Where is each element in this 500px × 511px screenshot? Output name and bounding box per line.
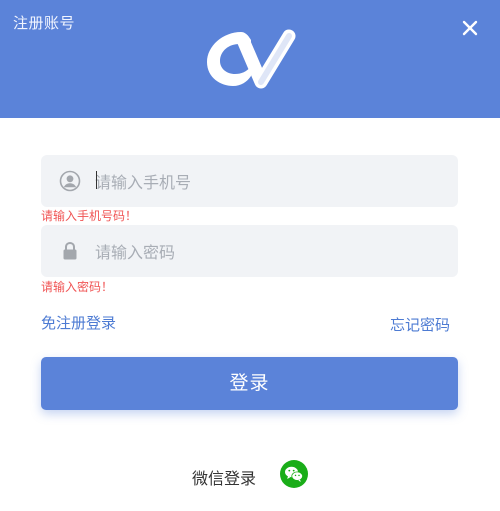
password-error-text: 请输入密码！ (41, 280, 114, 294)
forgot-password-link[interactable]: 忘记密码 (390, 314, 450, 335)
window-title: 注册账号 (13, 14, 76, 32)
password-field[interactable] (41, 225, 458, 279)
user-icon (59, 170, 81, 192)
close-icon[interactable] (460, 18, 480, 38)
register-free-login-link[interactable]: 免注册登录 (41, 312, 116, 333)
phone-input[interactable] (93, 155, 447, 209)
phone-field[interactable] (41, 155, 458, 209)
login-button[interactable]: 登录 (41, 357, 458, 410)
lock-icon (63, 241, 77, 260)
text-cursor (96, 171, 97, 189)
app-logo-icon (207, 29, 296, 89)
phone-error-text: 请输入手机号码！ (41, 209, 138, 223)
wechat-icon[interactable] (280, 460, 308, 488)
wechat-login-label[interactable]: 微信登录 (192, 465, 256, 489)
header-banner: 注册账号 (0, 0, 500, 118)
password-input[interactable] (93, 225, 447, 279)
